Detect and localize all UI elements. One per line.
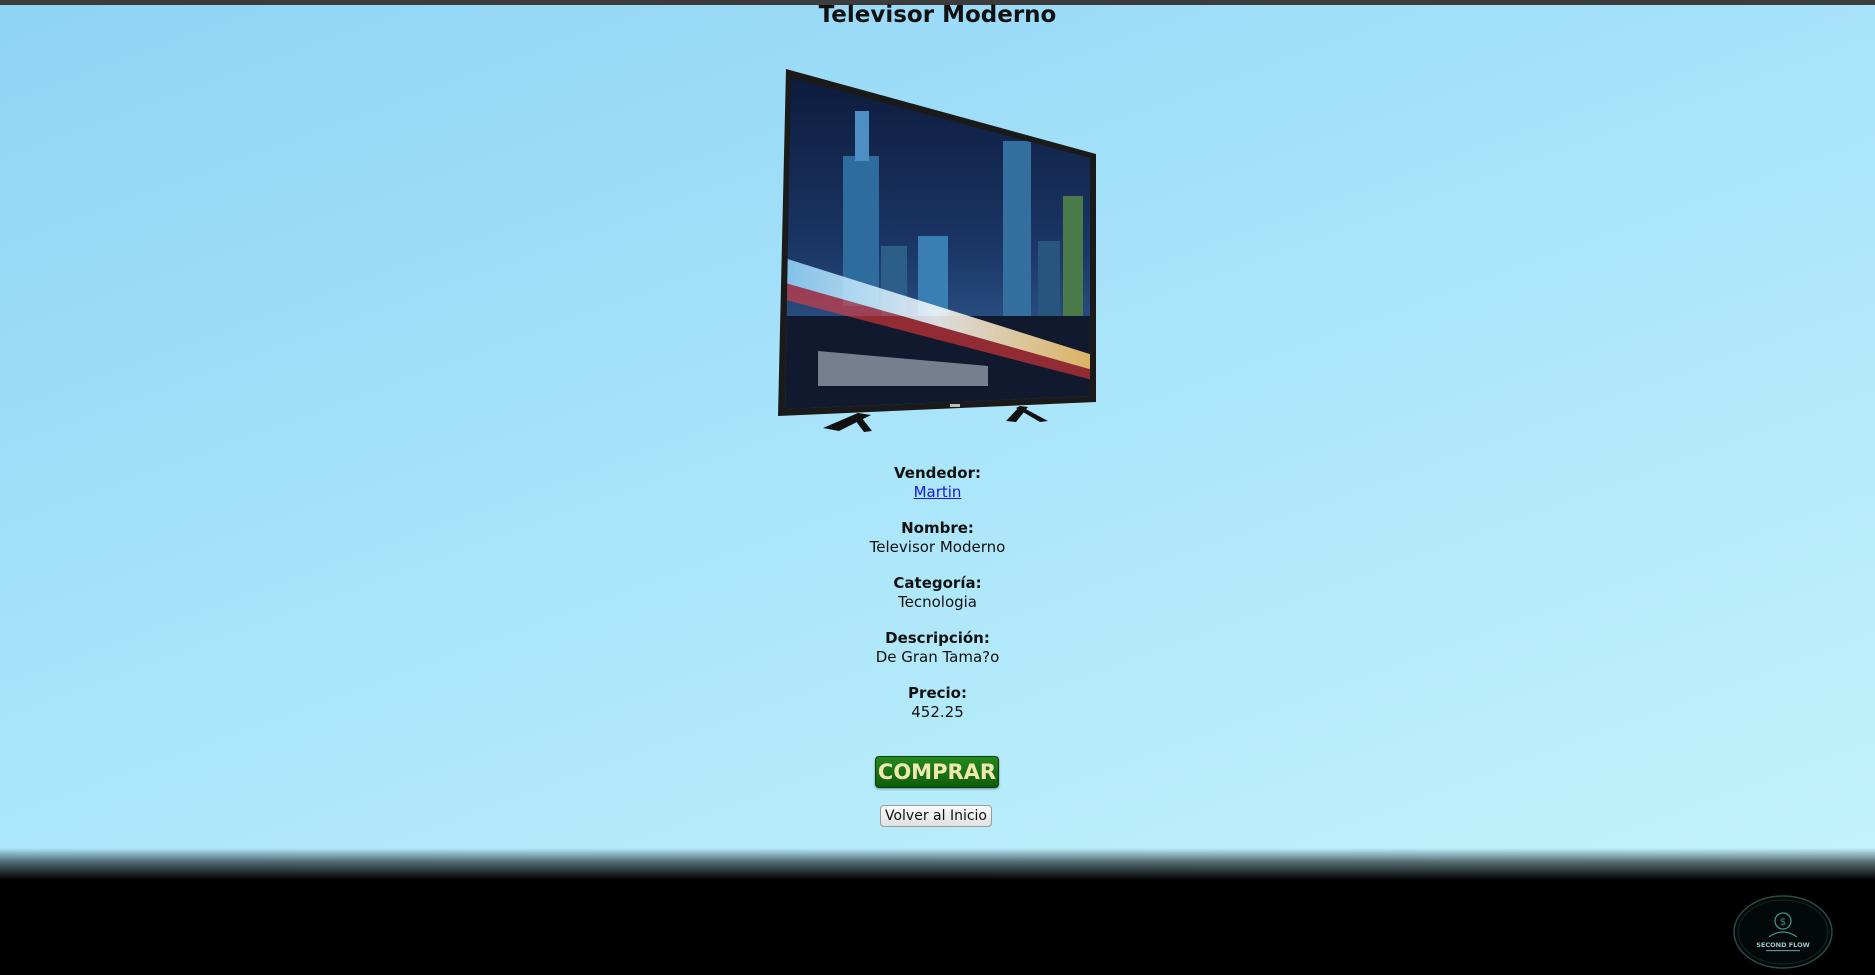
name-label: Nombre: bbox=[901, 519, 974, 537]
product-image bbox=[778, 69, 1096, 432]
back-home-button[interactable]: Volver al Inicio bbox=[880, 805, 992, 827]
seller-link[interactable]: Martin bbox=[914, 483, 962, 501]
price-label: Precio: bbox=[908, 684, 967, 702]
name-field: Nombre: Televisor Moderno bbox=[0, 519, 1875, 557]
description-value: De Gran Tama?o bbox=[875, 648, 1000, 666]
description-field: Descripción: De Gran Tama?o bbox=[0, 629, 1875, 667]
buy-button[interactable]: COMPRAR bbox=[875, 756, 999, 788]
second-flow-logo: $ SECOND FLOW bbox=[1733, 895, 1833, 969]
seller-label: Vendedor: bbox=[894, 464, 981, 482]
footer bbox=[0, 848, 1875, 975]
product-details: Vendedor: Martin Nombre: Televisor Moder… bbox=[0, 464, 1875, 739]
category-label: Categoría: bbox=[893, 574, 982, 592]
category-value: Tecnologia bbox=[898, 593, 977, 611]
seller-field: Vendedor: Martin bbox=[0, 464, 1875, 502]
price-field: Precio: 452.25 bbox=[0, 684, 1875, 722]
tv-brand-logo bbox=[950, 404, 960, 407]
description-label: Descripción: bbox=[885, 629, 990, 647]
name-value: Televisor Moderno bbox=[869, 538, 1006, 556]
price-value: 452.25 bbox=[911, 703, 964, 721]
category-field: Categoría: Tecnologia bbox=[0, 574, 1875, 612]
svg-text:$: $ bbox=[1780, 917, 1786, 928]
logo-text: SECOND FLOW bbox=[1756, 941, 1810, 949]
page-title: Televisor Moderno bbox=[818, 2, 1057, 28]
